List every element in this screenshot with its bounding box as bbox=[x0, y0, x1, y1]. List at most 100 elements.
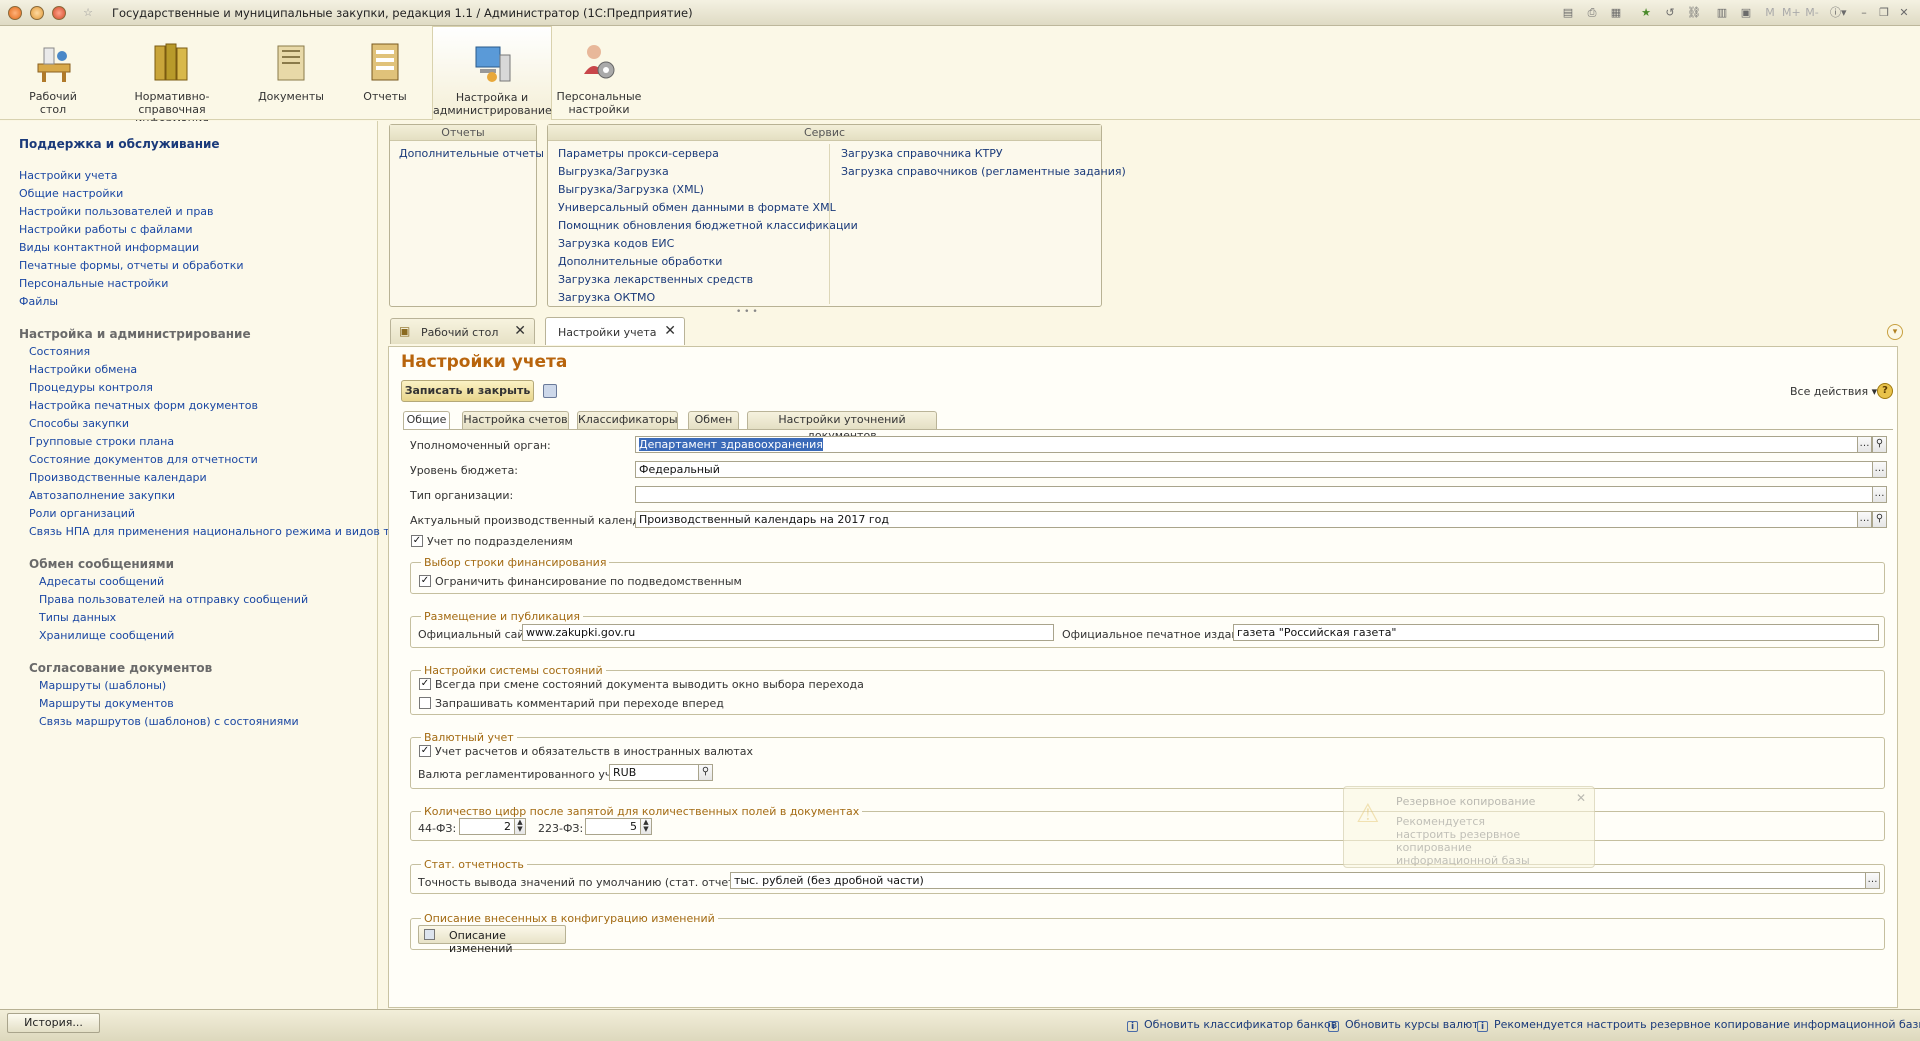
history-icon[interactable]: ↺ bbox=[1662, 5, 1678, 21]
select-button[interactable]: … bbox=[1857, 436, 1872, 453]
nav-item[interactable]: Маршруты (шаблоны) bbox=[39, 679, 166, 692]
nav-item[interactable]: Хранилище сообщений bbox=[39, 629, 174, 642]
backup-reminder-link[interactable]: i Рекомендуется настроить резервное копир… bbox=[1477, 1018, 1920, 1032]
financing-limit-checkbox[interactable]: ✓ bbox=[419, 575, 431, 587]
section-reference[interactable]: Нормативно-справочная информация bbox=[104, 26, 240, 129]
close-icon[interactable]: ✕ bbox=[1896, 5, 1912, 21]
nav-item[interactable]: Виды контактной информации bbox=[19, 241, 199, 254]
tab-general[interactable]: Общие bbox=[403, 411, 450, 430]
update-rates-link[interactable]: i Обновить курсы валют bbox=[1328, 1018, 1479, 1032]
search-icon[interactable]: ⚲ bbox=[698, 764, 713, 781]
link-icon[interactable]: ⛓ bbox=[1686, 5, 1702, 21]
nav-item[interactable]: Права пользователей на отправку сообщени… bbox=[39, 593, 308, 606]
nav-item[interactable]: Состояние документов для отчетности bbox=[29, 453, 258, 466]
state-comment-checkbox[interactable] bbox=[419, 697, 431, 709]
help-icon[interactable]: ? bbox=[1877, 383, 1893, 399]
nav-item[interactable]: Настройки работы с файлами bbox=[19, 223, 193, 236]
stat-precision-input[interactable]: тыс. рублей (без дробной части) bbox=[730, 872, 1866, 889]
star-icon[interactable]: ☆ bbox=[80, 5, 96, 21]
tab-exchange[interactable]: Обмен bbox=[688, 411, 739, 429]
tab-classifiers[interactable]: Классификаторы bbox=[577, 411, 678, 429]
change-description-button[interactable]: Описание изменений bbox=[418, 925, 566, 955]
section-documents[interactable]: Документы bbox=[256, 26, 326, 120]
service-link[interactable]: Загрузка справочников (регламентные зада… bbox=[841, 165, 1126, 178]
service-link[interactable]: Помощник обновления бюджетной классифика… bbox=[558, 219, 858, 232]
chevron-down-icon[interactable]: ▾ bbox=[1887, 324, 1903, 340]
close-icon[interactable]: ✕ bbox=[664, 323, 676, 339]
subdivisions-checkbox[interactable]: ✓ bbox=[411, 535, 423, 547]
nav-item[interactable]: Процедуры контроля bbox=[29, 381, 153, 394]
restore-icon[interactable]: ❐ bbox=[1876, 5, 1892, 21]
tab-accounting-settings[interactable]: Настройки учета ✕ bbox=[545, 317, 685, 345]
service-link[interactable]: Выгрузка/Загрузка bbox=[558, 165, 669, 178]
print-edition-input[interactable]: газета "Российская газета" bbox=[1233, 624, 1879, 641]
nav-item[interactable]: Производственные календари bbox=[29, 471, 207, 484]
authorized-body-input[interactable]: Департамент здравоохранения bbox=[635, 436, 1858, 453]
save-close-button[interactable]: Записать и закрыть bbox=[401, 380, 534, 402]
close-icon[interactable]: ✕ bbox=[1576, 791, 1586, 805]
currency-accounting-checkbox[interactable]: ✓ bbox=[419, 745, 431, 757]
tab-desktop[interactable]: ▣ Рабочий стол ✕ bbox=[390, 318, 535, 344]
site-input[interactable]: www.zakupki.gov.ru bbox=[522, 624, 1054, 641]
fz44-input[interactable]: 2 bbox=[459, 818, 515, 835]
nav-item[interactable]: Файлы bbox=[19, 295, 58, 308]
nav-item[interactable]: Настройка печатных форм документов bbox=[29, 399, 258, 412]
nav-item[interactable]: Автозаполнение закупки bbox=[29, 489, 175, 502]
help-icon[interactable]: ⓘ▾ bbox=[1830, 5, 1847, 21]
nav-item[interactable]: Типы данных bbox=[39, 611, 116, 624]
service-link[interactable]: Загрузка кодов ЕИС bbox=[558, 237, 674, 250]
section-admin[interactable]: Настройка и администрирование bbox=[432, 26, 552, 120]
section-desktop[interactable]: Рабочий стол bbox=[20, 26, 86, 120]
favorites-icon[interactable]: ★ bbox=[1638, 5, 1654, 21]
tab-accounts[interactable]: Настройка счетов bbox=[462, 411, 569, 429]
service-link[interactable]: Загрузка лекарственных средств bbox=[558, 273, 753, 286]
memory-minus-icon[interactable]: M- bbox=[1804, 5, 1820, 21]
history-button[interactable]: История... bbox=[7, 1013, 100, 1033]
section-reports[interactable]: Отчеты bbox=[350, 26, 420, 120]
fz44-stepper[interactable]: ▲ ▼ bbox=[514, 818, 526, 835]
print-icon[interactable]: ⎙ bbox=[1584, 5, 1600, 21]
close-icon[interactable]: ✕ bbox=[514, 323, 526, 339]
service-link[interactable]: Загрузка ОКТМО bbox=[558, 291, 655, 304]
budget-level-input[interactable]: Федеральный bbox=[635, 461, 1873, 478]
nav-item[interactable]: Маршруты документов bbox=[39, 697, 174, 710]
preview-icon[interactable]: ▦ bbox=[1608, 5, 1624, 21]
record-icon[interactable] bbox=[52, 6, 66, 20]
memory-m-icon[interactable]: M bbox=[1762, 5, 1778, 21]
select-button[interactable]: … bbox=[1857, 511, 1872, 528]
select-button[interactable]: … bbox=[1872, 461, 1887, 478]
calendar-input[interactable]: Производственный календарь на 2017 год bbox=[635, 511, 1858, 528]
app-menu-icon[interactable] bbox=[8, 6, 22, 20]
nav-item[interactable]: Групповые строки плана bbox=[29, 435, 174, 448]
nav-item[interactable]: Способы закупки bbox=[29, 417, 129, 430]
search-icon[interactable]: ⚲ bbox=[1872, 511, 1887, 528]
nav-item[interactable]: Связь маршрутов (шаблонов) с состояниями bbox=[39, 715, 299, 728]
section-personal[interactable]: Персональные настройки bbox=[556, 26, 642, 120]
nav-item[interactable]: Роли организаций bbox=[29, 507, 135, 520]
memory-plus-icon[interactable]: M+ bbox=[1782, 5, 1801, 21]
select-button[interactable]: … bbox=[1872, 486, 1887, 503]
service-link[interactable]: Параметры прокси-сервера bbox=[558, 147, 719, 160]
update-banks-link[interactable]: i Обновить классификатор банков bbox=[1127, 1018, 1337, 1032]
calculator-icon[interactable]: ▥ bbox=[1714, 5, 1730, 21]
service-link[interactable]: Выгрузка/Загрузка (XML) bbox=[558, 183, 704, 196]
state-transition-checkbox[interactable]: ✓ bbox=[419, 678, 431, 690]
nav-item[interactable]: Персональные настройки bbox=[19, 277, 168, 290]
nav-item[interactable]: Настройки обмена bbox=[29, 363, 137, 376]
tab-document-refinements[interactable]: Настройки уточнений документов bbox=[747, 411, 937, 442]
dropdown-menu-icon[interactable] bbox=[30, 6, 44, 20]
nav-item[interactable]: Настройки пользователей и прав bbox=[19, 205, 214, 218]
nav-item[interactable]: Настройки учета bbox=[19, 169, 118, 182]
nav-item[interactable]: Связь НПА для применения национального р… bbox=[29, 525, 407, 538]
backup-notification[interactable]: ⚠ Резервное копирование ✕ Рекомендуется … bbox=[1343, 786, 1595, 868]
reg-currency-input[interactable]: RUB bbox=[609, 764, 699, 781]
save-icon[interactable] bbox=[543, 384, 557, 398]
nav-item[interactable]: Общие настройки bbox=[19, 187, 123, 200]
fz223-stepper[interactable]: ▲ ▼ bbox=[640, 818, 652, 835]
service-link[interactable]: Универсальный обмен данными в формате XM… bbox=[558, 201, 836, 214]
service-link[interactable]: Дополнительные обработки bbox=[558, 255, 722, 268]
service-link[interactable]: Загрузка справочника КТРУ bbox=[841, 147, 1003, 160]
select-button[interactable]: … bbox=[1865, 872, 1880, 889]
org-type-input[interactable] bbox=[635, 486, 1873, 503]
calendar-icon[interactable]: ▣ bbox=[1738, 5, 1754, 21]
